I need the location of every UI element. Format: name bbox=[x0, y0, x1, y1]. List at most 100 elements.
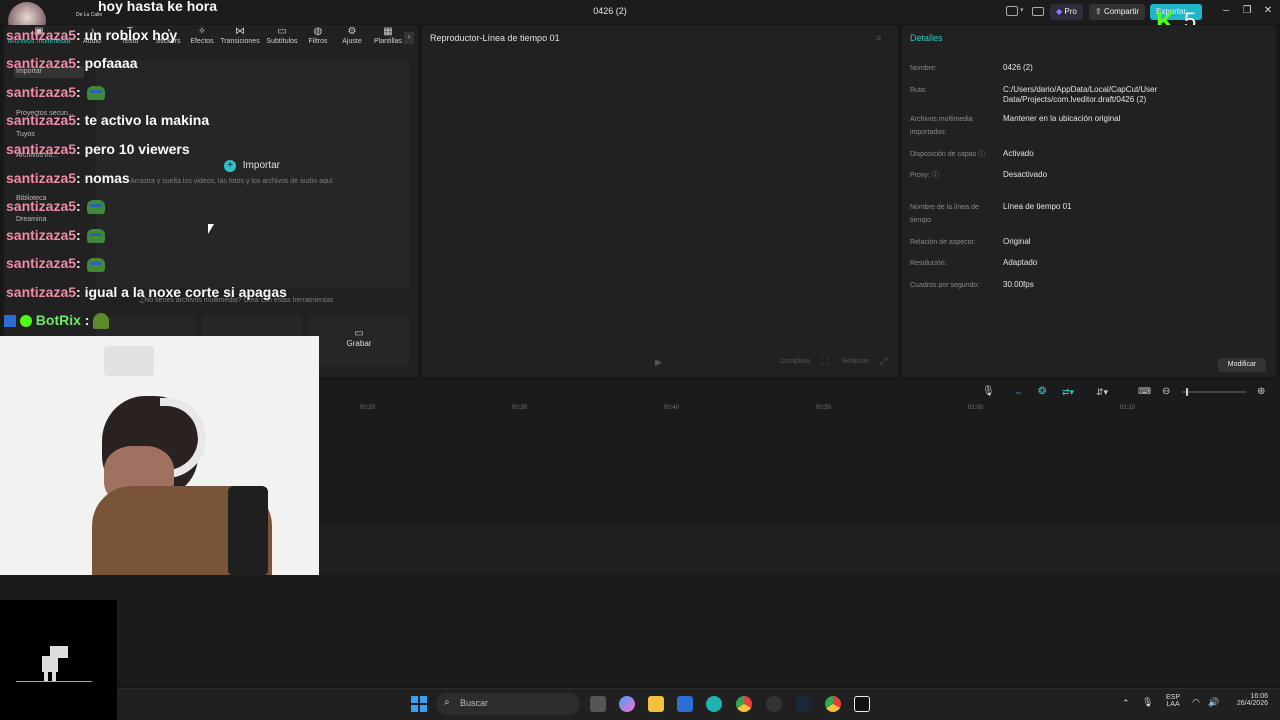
details-value: 0426 (2) bbox=[1003, 63, 1033, 72]
templates-icon: ▦ bbox=[383, 26, 393, 37]
dino-icon bbox=[36, 646, 72, 682]
plus-icon: + bbox=[224, 160, 236, 172]
chat-username: santizaza5 bbox=[6, 26, 77, 43]
chat-message: : pofaaaa bbox=[76, 55, 138, 72]
minimize-button[interactable]: – bbox=[1216, 5, 1236, 16]
timeline-track-area[interactable] bbox=[320, 525, 1280, 573]
details-label: Proxy: ⓘ bbox=[910, 172, 939, 179]
chat-message: hoy hasta ke hora bbox=[98, 0, 218, 14]
chat-line: santizaza5: bbox=[6, 255, 105, 277]
close-button[interactable]: ✕ bbox=[1258, 5, 1278, 16]
chat-username: santizaza5 bbox=[6, 169, 77, 186]
ruler-tick: 00:30 bbox=[512, 405, 528, 411]
steam-icon[interactable] bbox=[795, 696, 811, 712]
task-view-icon[interactable] bbox=[590, 696, 606, 712]
chrome-icon-2[interactable] bbox=[825, 696, 841, 712]
import-button[interactable]: + Importar bbox=[224, 160, 280, 172]
zoom-out-icon[interactable]: ⊖ bbox=[1162, 386, 1170, 397]
tool-filters[interactable]: ◍ Filtros bbox=[301, 26, 335, 52]
details-value: Original bbox=[1003, 237, 1031, 246]
file-explorer-icon[interactable] bbox=[648, 696, 664, 712]
restore-button[interactable]: ❐ bbox=[1237, 5, 1257, 16]
capcut-icon[interactable] bbox=[854, 696, 870, 712]
snap-icon[interactable]: ⇄▾ bbox=[1062, 387, 1074, 398]
player-menu-icon[interactable]: ≡ bbox=[876, 33, 881, 43]
record-card[interactable]: ▭ Grabar bbox=[308, 316, 410, 366]
chat-line: santizaza5: bbox=[6, 198, 105, 220]
pro-button[interactable]: ◆ Pro bbox=[1050, 4, 1083, 20]
details-label: Nombre: bbox=[910, 65, 937, 72]
play-icon[interactable]: ▶ bbox=[655, 357, 662, 368]
details-label: Resolución: bbox=[910, 260, 947, 267]
chrome-icon[interactable] bbox=[736, 696, 752, 712]
camera-icon: ▭ bbox=[354, 328, 364, 339]
tool-subtitles[interactable]: ▭ Subtítulos bbox=[263, 26, 301, 52]
modify-button[interactable]: Modificar bbox=[1218, 358, 1266, 372]
details-value: Mantener en la ubicación original bbox=[1003, 114, 1121, 123]
chat-username: santizaza5 bbox=[6, 141, 77, 157]
magnet-icon[interactable]: ❂ bbox=[1038, 386, 1046, 397]
layout-icon[interactable] bbox=[1006, 6, 1018, 16]
ratio-button[interactable]: Relación bbox=[842, 358, 869, 365]
zoom-slider-knob[interactable] bbox=[1186, 388, 1188, 396]
details-value: Adaptado bbox=[1003, 258, 1038, 267]
filters-icon: ◍ bbox=[313, 26, 323, 37]
details-value: C:/Users/dario/AppData/Local/CapCut/User… bbox=[1003, 85, 1158, 104]
edge-icon[interactable] bbox=[706, 696, 722, 712]
chat-message: : bbox=[76, 255, 81, 272]
mic-icon[interactable]: 🎙 bbox=[982, 386, 995, 397]
player-title: Reproductor-Línea de tiempo 01 bbox=[430, 33, 560, 43]
tool-effects[interactable]: ✧ Efectos bbox=[187, 26, 217, 52]
share-button[interactable]: ⇪ Compartir bbox=[1089, 4, 1146, 20]
webcam-overlay bbox=[0, 336, 319, 575]
volume-icon[interactable]: 🔊 bbox=[1208, 697, 1219, 708]
bot-emote bbox=[93, 313, 110, 330]
details-label: Nombre de la línea de tiempo bbox=[910, 204, 979, 224]
windows-start-icon[interactable] bbox=[411, 696, 427, 712]
link-main-track-icon[interactable]: ⇔ bbox=[1014, 387, 1023, 397]
subtitles-icon: ▭ bbox=[277, 26, 287, 37]
fullscreen-icon[interactable]: ⤢ bbox=[880, 356, 887, 367]
copilot-icon[interactable] bbox=[619, 696, 635, 712]
tool-templates[interactable]: ▦ Plantillas bbox=[369, 26, 407, 52]
tray-chevron-icon[interactable]: ⌃ bbox=[1122, 698, 1130, 709]
preview-axis-icon[interactable]: ⇵▾ bbox=[1096, 387, 1108, 398]
tool-adjust[interactable]: ⚙ Ajuste bbox=[335, 26, 369, 52]
subtitle-toggle-icon[interactable]: ⌨ bbox=[1138, 386, 1151, 397]
store-icon[interactable] bbox=[677, 696, 693, 712]
zoom-in-icon[interactable]: ⊕ bbox=[1257, 386, 1265, 397]
taskbar-search[interactable]: ⌕ Buscar bbox=[436, 693, 580, 715]
timeline-ruler[interactable] bbox=[320, 400, 1280, 414]
chat-emote bbox=[86, 86, 105, 101]
details-header: Detalles bbox=[910, 33, 943, 43]
chat-emote bbox=[86, 200, 105, 215]
ruler-tick: 00:50 bbox=[816, 405, 832, 411]
toolbar-more-button[interactable]: › bbox=[404, 32, 414, 44]
record-label: Grabar bbox=[346, 339, 372, 348]
tray-lang[interactable]: ESP LAA bbox=[1166, 694, 1180, 708]
chat-message: : te activo la makina bbox=[76, 112, 210, 129]
details-label: Relación de aspecto: bbox=[910, 239, 976, 246]
chevron-down-icon[interactable]: ▾ bbox=[1020, 6, 1024, 14]
app-icon-red[interactable] bbox=[766, 696, 782, 712]
zoom-slider[interactable] bbox=[1182, 388, 1246, 396]
diamond-icon: ◆ bbox=[1056, 7, 1063, 16]
crop-icon[interactable]: ⛶ bbox=[822, 356, 828, 367]
ratio-full-button[interactable]: Completa bbox=[780, 358, 810, 365]
chat-username: santizaza5 bbox=[6, 198, 77, 215]
ruler-tick: 01:10 bbox=[1120, 405, 1136, 411]
wifi-icon[interactable]: ◠ bbox=[1192, 697, 1200, 708]
tool-transitions[interactable]: ⋈ Transiciones bbox=[217, 26, 263, 52]
chat-username: santizaza5 bbox=[6, 226, 77, 243]
effects-icon: ✧ bbox=[197, 26, 207, 37]
search-icon: ⌕ bbox=[444, 697, 450, 708]
search-placeholder: Buscar bbox=[460, 698, 489, 708]
keyboard-icon[interactable] bbox=[1032, 7, 1044, 16]
chat-username: santizaza5 bbox=[6, 284, 77, 300]
wall-socket bbox=[104, 346, 154, 376]
tray-clock[interactable]: 16:06 26/4/2026 bbox=[1222, 693, 1268, 707]
media-drop-zone[interactable] bbox=[96, 60, 410, 288]
mouse-cursor bbox=[208, 224, 214, 234]
tray-mic-icon[interactable]: 🎙 bbox=[1142, 697, 1153, 708]
bot-chat-line: BotRix : bbox=[4, 312, 110, 334]
